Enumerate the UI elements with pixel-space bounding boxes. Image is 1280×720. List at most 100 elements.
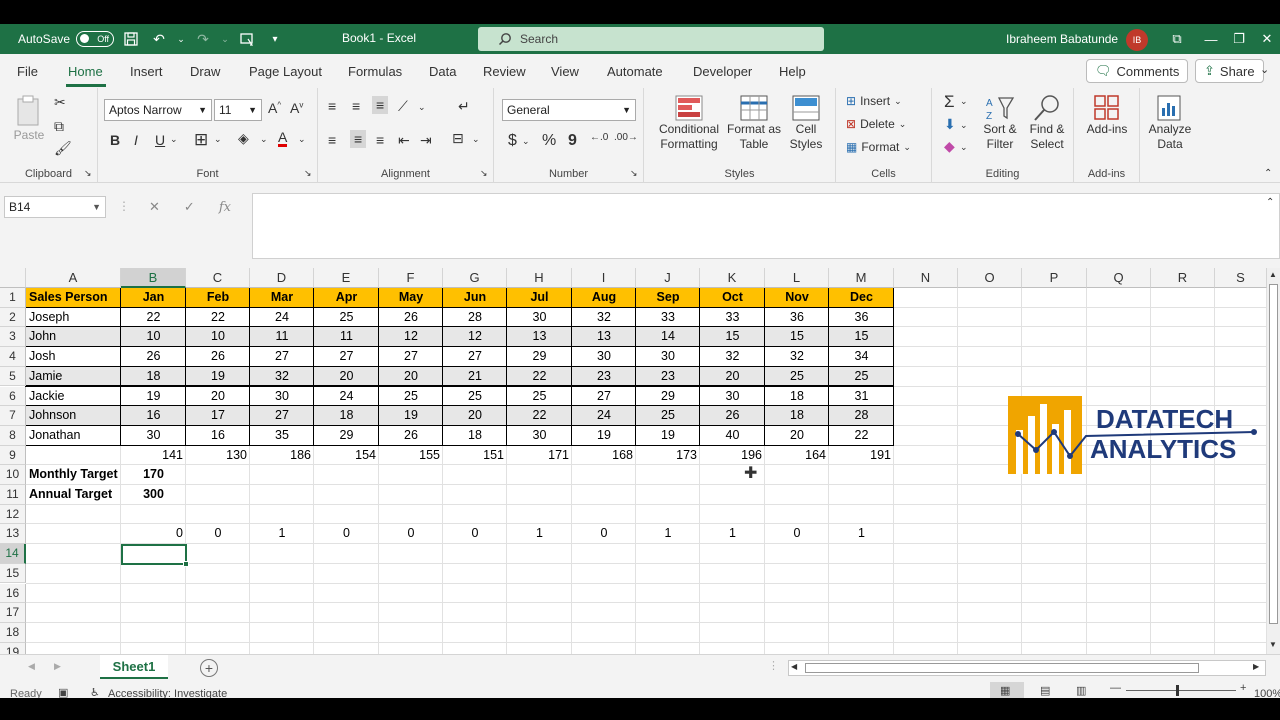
sales-value-cell[interactable]: 30 bbox=[121, 426, 186, 446]
salesperson-name-cell[interactable]: Jonathan bbox=[26, 426, 121, 446]
fill-icon[interactable]: ⬇ bbox=[944, 116, 956, 133]
scroll-up-icon[interactable]: ▲ bbox=[1269, 270, 1277, 279]
column-title-cell[interactable]: Dec bbox=[829, 288, 894, 308]
column-header-r[interactable]: R bbox=[1151, 268, 1215, 288]
orientation-icon[interactable]: ⟋ bbox=[398, 98, 408, 115]
sales-value-cell[interactable]: 15 bbox=[765, 327, 829, 347]
sales-value-cell[interactable]: 27 bbox=[250, 406, 314, 426]
tab-page-layout[interactable]: Page Layout bbox=[249, 64, 322, 79]
sales-value-cell[interactable]: 25 bbox=[507, 387, 572, 407]
sales-value-cell[interactable]: 26 bbox=[379, 426, 443, 446]
sales-value-cell[interactable]: 40 bbox=[700, 426, 765, 446]
total-cell[interactable]: 141 bbox=[121, 446, 186, 466]
decrease-decimal-icon[interactable]: .00→ bbox=[614, 132, 638, 143]
sales-value-cell[interactable]: 11 bbox=[250, 327, 314, 347]
sales-value-cell[interactable]: 19 bbox=[572, 426, 636, 446]
tab-insert[interactable]: Insert bbox=[130, 64, 163, 79]
tab-draw[interactable]: Draw bbox=[190, 64, 220, 79]
align-top-icon[interactable]: ≡ bbox=[328, 98, 336, 114]
avatar[interactable]: IB bbox=[1126, 29, 1148, 51]
sales-value-cell[interactable]: 23 bbox=[572, 367, 636, 387]
align-bottom-icon[interactable]: ≡ bbox=[372, 96, 389, 114]
tab-data[interactable]: Data bbox=[429, 64, 456, 79]
annual-target-value[interactable]: 300 bbox=[121, 485, 186, 505]
sales-value-cell[interactable]: 13 bbox=[507, 327, 572, 347]
horizontal-scrollbar[interactable]: ◀ ▶ bbox=[788, 660, 1266, 676]
target-flag-cell[interactable]: 0 bbox=[443, 524, 507, 544]
sales-value-cell[interactable]: 32 bbox=[700, 347, 765, 367]
sort-filter-button[interactable]: AZ Sort & Filter bbox=[978, 94, 1022, 152]
more-options-icon[interactable]: ⋮ bbox=[768, 659, 779, 672]
column-header-j[interactable]: J bbox=[636, 268, 700, 288]
sales-value-cell[interactable]: 30 bbox=[700, 387, 765, 407]
column-header-b[interactable]: B bbox=[121, 268, 186, 288]
column-title-cell[interactable]: Nov bbox=[765, 288, 829, 308]
sales-value-cell[interactable]: 35 bbox=[250, 426, 314, 446]
cancel-icon[interactable]: ✕ bbox=[149, 199, 160, 215]
column-header-h[interactable]: H bbox=[507, 268, 572, 288]
find-select-button[interactable]: Find & Select bbox=[1024, 94, 1070, 152]
page-layout-view-icon[interactable]: ▤ bbox=[1040, 684, 1050, 697]
share-button[interactable]: ⇪ Share bbox=[1195, 59, 1264, 83]
tab-help[interactable]: Help bbox=[779, 64, 806, 79]
row-header-3[interactable]: 3 bbox=[0, 327, 26, 348]
percent-button[interactable]: % bbox=[542, 132, 556, 150]
sales-value-cell[interactable]: 22 bbox=[186, 308, 250, 328]
row-header-2[interactable]: 2 bbox=[0, 307, 26, 328]
chevron-down-icon[interactable]: ⌄ bbox=[472, 134, 480, 145]
sales-value-cell[interactable]: 16 bbox=[186, 426, 250, 446]
sales-value-cell[interactable]: 22 bbox=[507, 367, 572, 387]
chevron-down-icon[interactable]: ⌄ bbox=[960, 120, 968, 131]
column-title-cell[interactable]: Feb bbox=[186, 288, 250, 308]
sales-value-cell[interactable]: 20 bbox=[443, 406, 507, 426]
target-flag-cell[interactable]: 1 bbox=[700, 524, 765, 544]
sales-value-cell[interactable]: 26 bbox=[186, 347, 250, 367]
row-header-4[interactable]: 4 bbox=[0, 347, 26, 367]
sales-value-cell[interactable]: 30 bbox=[572, 347, 636, 367]
sales-value-cell[interactable]: 27 bbox=[572, 387, 636, 407]
target-flag-cell[interactable]: 1 bbox=[829, 524, 894, 544]
scroll-left-icon[interactable]: ◀ bbox=[791, 662, 797, 671]
column-header-o[interactable]: O bbox=[958, 268, 1022, 288]
customize-qat-icon[interactable]: ▾ bbox=[264, 28, 286, 50]
sales-value-cell[interactable]: 36 bbox=[829, 308, 894, 328]
sales-value-cell[interactable]: 22 bbox=[829, 426, 894, 446]
redo-icon[interactable]: ↷ bbox=[192, 28, 214, 50]
format-as-table-button[interactable]: Format as Table bbox=[726, 94, 782, 152]
delete-cells-button[interactable]: ⊠ Delete ⌄ bbox=[846, 117, 906, 131]
sales-value-cell[interactable]: 24 bbox=[314, 387, 379, 407]
sales-value-cell[interactable]: 23 bbox=[636, 367, 700, 387]
column-header-p[interactable]: P bbox=[1022, 268, 1087, 288]
sales-value-cell[interactable]: 33 bbox=[700, 308, 765, 328]
salesperson-name-cell[interactable]: Joseph bbox=[26, 308, 121, 328]
decrease-font-icon[interactable]: Av bbox=[290, 100, 303, 116]
conditional-formatting-button[interactable]: Conditional Formatting bbox=[652, 94, 726, 152]
comma-button[interactable]: 9 bbox=[568, 132, 577, 150]
column-header-g[interactable]: G bbox=[443, 268, 507, 288]
spreadsheet-grid[interactable]: Sales Person Jan Feb Mar Apr May Jun Jul Aug Sep O… bbox=[0, 268, 1267, 654]
format-painter-icon[interactable]: 🖌 bbox=[54, 140, 72, 157]
total-cell[interactable]: 154 bbox=[314, 446, 379, 466]
scroll-down-icon[interactable]: ▼ bbox=[1269, 640, 1277, 649]
column-title-cell[interactable]: Jun bbox=[443, 288, 507, 308]
monthly-target-value[interactable]: 170 bbox=[121, 465, 186, 485]
page-break-view-icon[interactable]: ▥ bbox=[1076, 684, 1086, 697]
name-box[interactable]: B14 ▼ bbox=[4, 196, 106, 218]
target-flag-cell[interactable]: 0 bbox=[186, 524, 250, 544]
monthly-target-label[interactable]: Monthly Target bbox=[26, 465, 121, 485]
undo-icon[interactable]: ↶ bbox=[148, 28, 170, 50]
font-size-select[interactable]: 11 ▼ bbox=[214, 99, 262, 121]
zoom-slider[interactable] bbox=[1126, 690, 1236, 691]
sales-value-cell[interactable]: 32 bbox=[250, 367, 314, 387]
sales-value-cell[interactable]: 20 bbox=[314, 367, 379, 387]
row-header-7[interactable]: 7 bbox=[0, 406, 26, 426]
column-header-d[interactable]: D bbox=[250, 268, 314, 288]
active-cell-selection[interactable] bbox=[121, 544, 187, 565]
row-header-16[interactable]: 16 bbox=[0, 583, 26, 604]
dialog-launcher-icon[interactable]: ↘ bbox=[304, 168, 312, 179]
sales-value-cell[interactable]: 17 bbox=[186, 406, 250, 426]
format-cells-button[interactable]: ▦ Format ⌄ bbox=[846, 140, 911, 154]
select-all-corner[interactable] bbox=[0, 268, 26, 288]
column-title-cell[interactable]: May bbox=[379, 288, 443, 308]
formula-input[interactable] bbox=[252, 193, 1280, 259]
